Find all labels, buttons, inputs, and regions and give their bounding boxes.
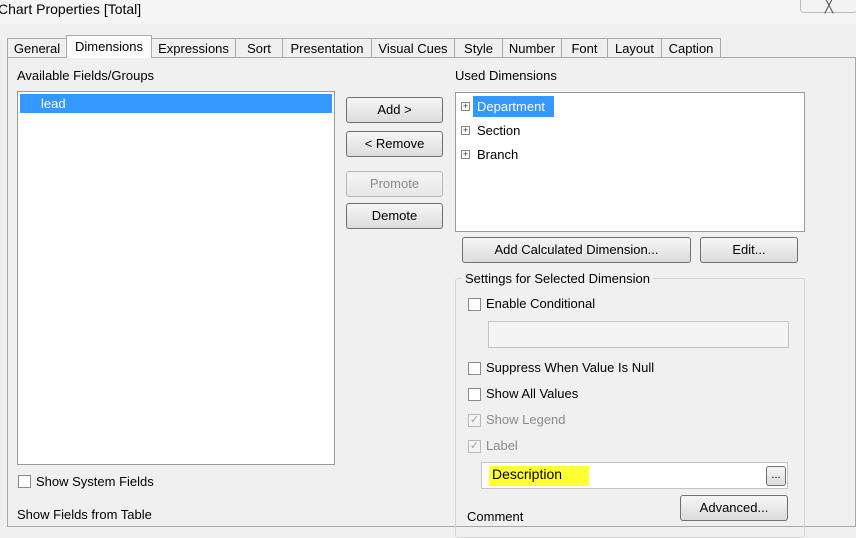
suppress-null-label: Suppress When Value Is Null	[486, 360, 655, 375]
enable-conditional-label: Enable Conditional	[486, 296, 596, 311]
show-legend-label: Show Legend	[486, 412, 566, 427]
close-button[interactable]: ╳	[800, 0, 856, 13]
show-system-fields-label: Show System Fields	[36, 474, 154, 489]
advanced-button[interactable]: Advanced...	[680, 495, 788, 521]
comment-label: Comment	[467, 509, 524, 524]
show-all-values-checkbox[interactable]	[468, 388, 481, 401]
checkmark-icon: ✓	[469, 414, 480, 426]
edit-button[interactable]: Edit...	[700, 237, 798, 263]
used-dimensions-list[interactable]: + Department + Section + Branch	[455, 92, 805, 232]
show-system-fields-checkbox[interactable]	[18, 475, 31, 488]
tab-layout[interactable]: Layout	[607, 38, 662, 57]
tab-general[interactable]: General	[7, 38, 67, 57]
tab-style[interactable]: Style	[454, 38, 503, 57]
label-expression-button[interactable]: ...	[766, 466, 786, 486]
settings-title: Settings for Selected Dimension	[462, 271, 653, 286]
add-button[interactable]: Add >	[346, 97, 443, 123]
show-legend-checkbox[interactable]: ✓	[468, 414, 481, 427]
enable-conditional-checkbox[interactable]	[468, 298, 481, 311]
tab-visual-cues[interactable]: Visual Cues	[371, 38, 455, 57]
tab-presentation[interactable]: Presentation	[282, 38, 372, 57]
tab-expressions[interactable]: Expressions	[151, 38, 236, 57]
show-fields-from-table-label: Show Fields from Table	[17, 507, 152, 522]
label-input-text: Description	[492, 466, 563, 482]
remove-button[interactable]: < Remove	[346, 131, 443, 157]
available-fields-label: Available Fields/Groups	[17, 68, 155, 83]
label-input[interactable]: Description	[481, 462, 788, 489]
tree-item-label-bg: Department	[473, 96, 554, 117]
add-calculated-dimension-button[interactable]: Add Calculated Dimension...	[462, 237, 691, 263]
checkmark-icon: ✓	[469, 440, 480, 452]
show-all-values-label: Show All Values	[486, 386, 579, 401]
list-item[interactable]: lead	[20, 94, 332, 113]
list-item-label: lead	[41, 96, 66, 111]
tree-item-section[interactable]: + Section	[456, 119, 796, 141]
tree-item-branch[interactable]: + Branch	[456, 143, 796, 165]
expand-icon[interactable]: +	[461, 126, 470, 135]
tree-item-department[interactable]: + Department	[456, 94, 796, 117]
demote-button[interactable]: Demote	[346, 203, 443, 229]
suppress-null-checkbox[interactable]	[468, 362, 481, 375]
used-dimensions-label: Used Dimensions	[455, 68, 557, 83]
conditional-field[interactable]	[488, 321, 789, 348]
window-title: Chart Properties [Total]	[0, 1, 142, 17]
tab-dimensions[interactable]: Dimensions	[66, 35, 152, 58]
close-icon: ╳	[824, 0, 834, 13]
tree-item-label: Branch	[477, 147, 519, 162]
tab-sort[interactable]: Sort	[235, 38, 283, 57]
promote-button[interactable]: Promote	[346, 171, 443, 197]
tree-item-label: Department	[477, 99, 545, 114]
expand-icon[interactable]: +	[461, 150, 470, 159]
label-label: Label	[486, 438, 518, 453]
tab-caption[interactable]: Caption	[661, 38, 721, 57]
expand-icon[interactable]: +	[461, 102, 470, 111]
available-fields-list[interactable]: lead	[17, 91, 335, 465]
tree-item-label: Section	[477, 123, 521, 138]
tab-font[interactable]: Font	[561, 38, 608, 57]
tab-number[interactable]: Number	[502, 38, 562, 57]
label-checkbox[interactable]: ✓	[468, 440, 481, 453]
